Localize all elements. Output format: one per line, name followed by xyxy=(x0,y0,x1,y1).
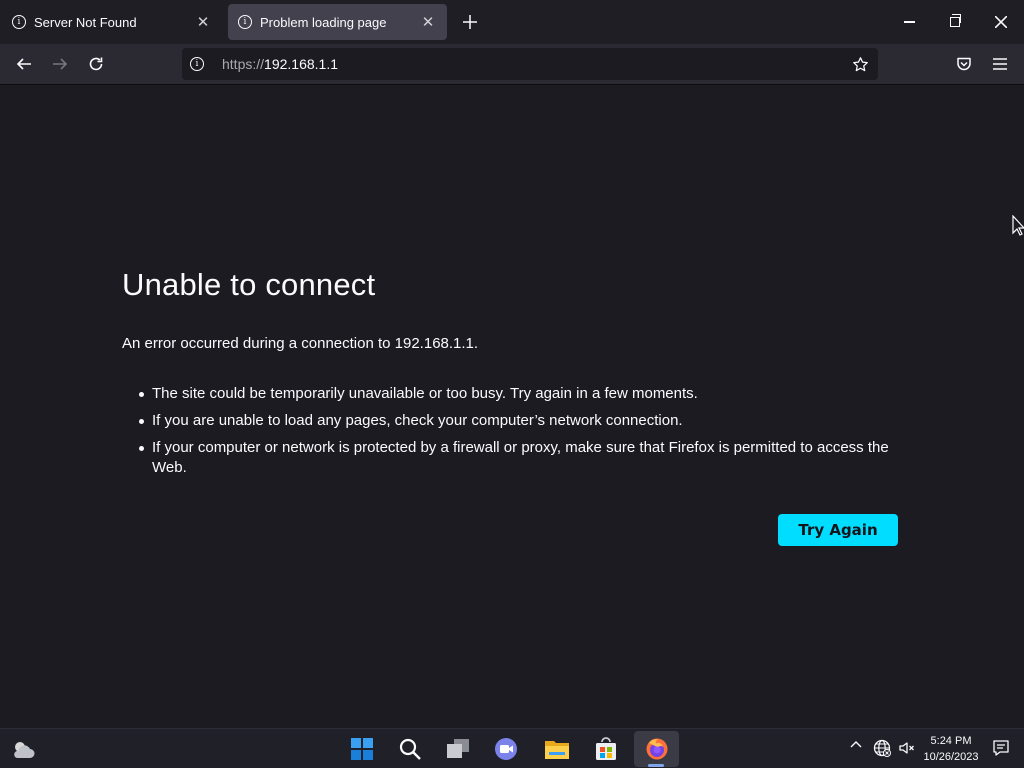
navigation-toolbar: i https://192.168.1.1 xyxy=(0,44,1024,85)
task-view-icon[interactable] xyxy=(438,731,478,767)
url-scheme: https:// xyxy=(222,56,265,72)
hamburger-menu-icon[interactable] xyxy=(984,48,1016,80)
tab-strip: i Server Not Found ✕ i Problem loading p… xyxy=(0,0,1024,44)
back-arrow-icon[interactable] xyxy=(8,48,40,80)
notification-icon[interactable] xyxy=(992,739,1010,762)
taskbar: 5:24 PM 10/26/2023 xyxy=(0,728,1024,768)
firefox-icon[interactable] xyxy=(634,731,679,767)
url-bar[interactable]: i https://192.168.1.1 xyxy=(182,48,878,80)
reload-icon[interactable] xyxy=(80,48,112,80)
clock-date: 10/26/2023 xyxy=(923,751,979,763)
chevron-up-icon[interactable] xyxy=(850,739,862,754)
url-text[interactable]: https://192.168.1.1 xyxy=(222,56,338,72)
info-icon[interactable]: i xyxy=(190,57,204,71)
weather-icon[interactable] xyxy=(4,731,44,767)
info-icon: i xyxy=(12,15,26,29)
suggestion-list: The site could be temporarily unavailabl… xyxy=(122,384,902,485)
error-title: Unable to connect xyxy=(122,267,376,302)
pocket-icon[interactable] xyxy=(948,48,980,80)
volume-muted-icon[interactable] xyxy=(898,739,916,762)
store-icon[interactable] xyxy=(586,731,626,767)
info-icon: i xyxy=(238,15,252,29)
plus-icon[interactable] xyxy=(458,10,482,34)
close-icon[interactable] xyxy=(978,0,1024,44)
suggestion-item: If your computer or network is protected… xyxy=(122,438,902,478)
search-icon[interactable] xyxy=(390,731,430,767)
chat-icon[interactable] xyxy=(486,731,526,767)
restore-icon[interactable] xyxy=(932,0,978,44)
tab-title: Server Not Found xyxy=(34,14,137,30)
suggestion-item: If you are unable to load any pages, che… xyxy=(122,411,902,431)
suggestion-item: The site could be temporarily unavailabl… xyxy=(122,384,902,404)
error-description: An error occurred during a connection to… xyxy=(122,335,479,352)
tab-title: Problem loading page xyxy=(260,14,387,30)
url-host: 192.168.1.1 xyxy=(264,56,338,72)
file-explorer-icon[interactable] xyxy=(537,731,577,767)
close-icon[interactable]: ✕ xyxy=(194,13,212,31)
page-content: Unable to connect An error occurred duri… xyxy=(0,85,1024,728)
minimize-icon[interactable] xyxy=(886,0,932,44)
globe-icon[interactable] xyxy=(873,739,891,762)
windows-start-icon[interactable] xyxy=(342,731,382,767)
try-again-button[interactable]: Try Again xyxy=(778,514,898,546)
forward-arrow-icon[interactable] xyxy=(44,48,76,80)
mouse-cursor-icon xyxy=(1012,214,1024,242)
tab-problem-loading-page[interactable]: i Problem loading page ✕ xyxy=(228,4,447,40)
clock-time: 5:24 PM xyxy=(930,735,972,747)
tab-server-not-found[interactable]: i Server Not Found ✕ xyxy=(2,4,222,40)
star-icon[interactable] xyxy=(848,52,872,76)
taskbar-clock[interactable]: 5:24 PM 10/26/2023 xyxy=(916,733,986,765)
close-icon[interactable]: ✕ xyxy=(419,13,437,31)
